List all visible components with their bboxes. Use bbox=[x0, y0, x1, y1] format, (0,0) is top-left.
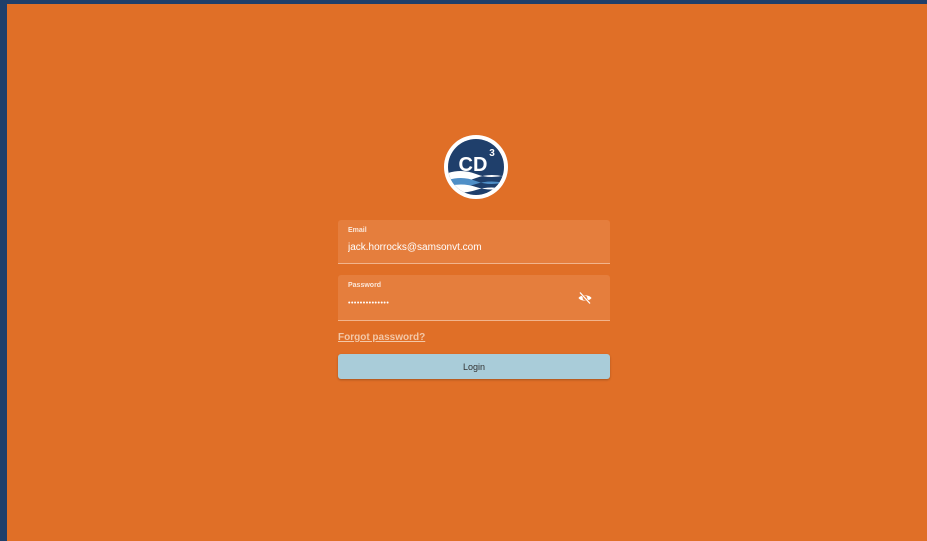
password-label: Password bbox=[348, 282, 382, 289]
password-input[interactable]: •••••••••••••• bbox=[348, 300, 568, 307]
login-button[interactable]: Login bbox=[338, 354, 610, 379]
password-field[interactable]: Password •••••••••••••• bbox=[338, 275, 610, 321]
cd3-logo-icon: CD 3 bbox=[444, 135, 508, 199]
email-field[interactable]: Email jack.horrocks@samsonvt.com bbox=[338, 220, 610, 264]
login-page: CD 3 Email jack.horrocks@samsonvt.com Pa… bbox=[7, 4, 927, 541]
logo-superscript: 3 bbox=[489, 148, 495, 159]
toggle-password-visibility-button[interactable] bbox=[577, 290, 593, 306]
forgot-password-link[interactable]: Forgot password? bbox=[338, 332, 425, 343]
logo-text: CD bbox=[459, 154, 488, 176]
email-input[interactable]: jack.horrocks@samsonvt.com bbox=[348, 242, 568, 253]
eye-off-icon bbox=[578, 291, 592, 305]
email-label: Email bbox=[348, 227, 367, 234]
cd3-logo: CD 3 bbox=[443, 134, 509, 200]
